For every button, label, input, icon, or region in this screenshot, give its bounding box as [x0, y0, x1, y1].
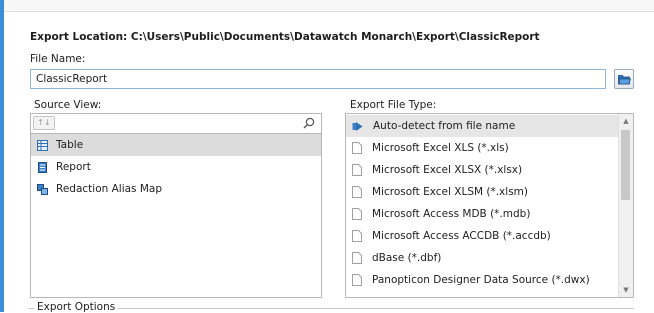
file-icon — [352, 230, 362, 242]
file-icon — [352, 208, 362, 220]
export-type-label: Microsoft Excel XLSM (*.xlsm) — [372, 186, 528, 198]
export-location-label: Export Location: — [30, 31, 128, 43]
export-type-label: Panopticon Designer Data Source (*.dwx) — [372, 274, 590, 286]
source-view-list: ↑↓ Table Report Redaction Alias Map — [30, 113, 322, 298]
scroll-down-arrow-icon[interactable]: ▼ — [619, 283, 633, 297]
export-type-label: dBase (*.dbf) — [372, 252, 442, 264]
source-item-label: Table — [56, 139, 84, 151]
alias-map-icon — [37, 183, 48, 195]
browse-folder-button[interactable] — [614, 69, 634, 89]
file-icon — [352, 186, 362, 198]
export-type-xlsx[interactable]: Microsoft Excel XLSX (*.xlsx) — [346, 159, 619, 181]
file-icon — [352, 142, 362, 154]
export-type-label: Auto-detect from file name — [373, 120, 516, 132]
export-type-label: Microsoft Excel XLS (*.xls) — [372, 142, 509, 154]
export-location-path: C:\Users\Public\Documents\Datawatch Mona… — [130, 31, 540, 43]
export-type-label: Microsoft Access MDB (*.mdb) — [372, 208, 531, 220]
report-icon — [38, 161, 47, 173]
export-file-type-label: Export File Type: — [350, 99, 437, 111]
export-type-xlsm[interactable]: Microsoft Excel XLSM (*.xlsm) — [346, 181, 619, 203]
left-accent-bar — [0, 0, 4, 312]
export-options-divider — [28, 308, 634, 309]
scroll-up-arrow-icon[interactable]: ▲ — [619, 114, 633, 128]
export-type-label: Microsoft Excel XLSX (*.xlsx) — [372, 164, 523, 176]
file-icon — [352, 274, 362, 286]
export-type-dwx[interactable]: Panopticon Designer Data Source (*.dwx) — [346, 269, 619, 291]
file-icon — [352, 164, 362, 176]
source-item-table[interactable]: Table — [31, 134, 321, 156]
top-header-strip — [4, 0, 654, 12]
file-icon — [352, 252, 362, 264]
export-type-auto-detect[interactable]: Auto-detect from file name — [346, 115, 619, 137]
source-item-redaction-alias-map[interactable]: Redaction Alias Map — [31, 178, 321, 200]
export-type-accdb[interactable]: Microsoft Access ACCDB (*.accdb) — [346, 225, 619, 247]
open-folder-icon — [617, 74, 631, 84]
export-type-dbf[interactable]: dBase (*.dbf) — [346, 247, 619, 269]
export-type-label: Microsoft Access ACCDB (*.accdb) — [372, 230, 551, 242]
export-type-mdb[interactable]: Microsoft Access MDB (*.mdb) — [346, 203, 619, 225]
table-icon — [37, 139, 48, 151]
source-search-row: ↑↓ — [31, 114, 321, 134]
source-item-report[interactable]: Report — [31, 156, 321, 178]
source-view-label: Source View: — [34, 99, 102, 111]
file-name-input[interactable] — [30, 69, 606, 89]
source-item-label: Redaction Alias Map — [56, 183, 163, 195]
export-location: Export Location: C:\Users\Public\Documen… — [30, 31, 540, 43]
auto-detect-icon — [352, 121, 363, 131]
export-type-xls[interactable]: Microsoft Excel XLS (*.xls) — [346, 137, 619, 159]
search-icon[interactable] — [303, 117, 315, 129]
sort-toggle-icon[interactable]: ↑↓ — [33, 116, 55, 130]
scroll-thumb[interactable] — [621, 130, 630, 200]
file-name-label: File Name: — [30, 53, 86, 65]
source-search-input[interactable] — [58, 115, 302, 133]
export-options-label: Export Options — [34, 301, 119, 313]
export-type-scrollbar[interactable]: ▲ ▼ — [618, 114, 633, 297]
source-item-label: Report — [56, 161, 91, 173]
export-file-type-list: Auto-detect from file name Microsoft Exc… — [345, 113, 634, 298]
